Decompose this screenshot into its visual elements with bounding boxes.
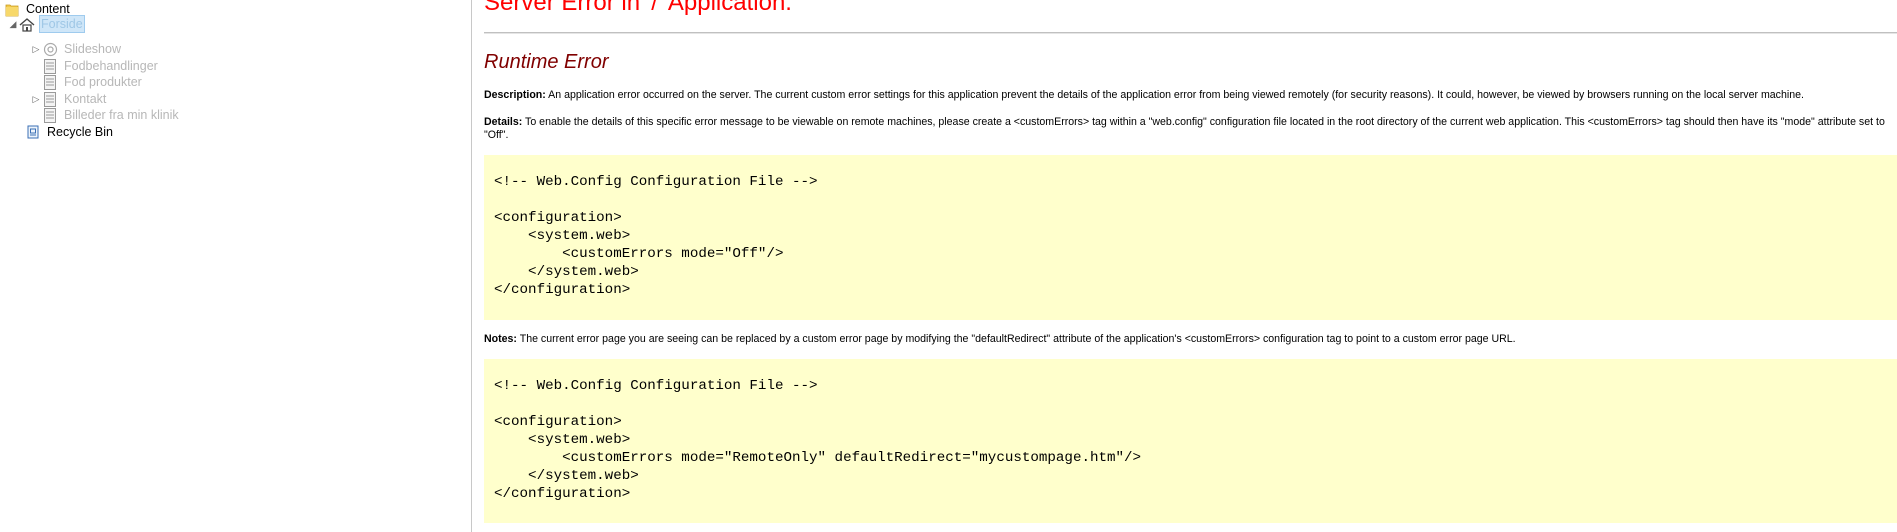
tree-node-label: Forside	[39, 15, 85, 33]
description-label: Description:	[484, 89, 546, 101]
recycle-bin-icon	[25, 124, 41, 140]
details-text: To enable the details of this specific e…	[484, 116, 1885, 141]
expand-arrow-icon[interactable]: ▷	[30, 94, 42, 105]
tree-node-billeder[interactable]: Billeder fra min klinik	[42, 106, 181, 124]
tree-node-label: Fod produkter	[64, 75, 142, 89]
tree-node-fod-produkter[interactable]: Fod produkter	[42, 73, 144, 91]
tree-node-label: Slideshow	[64, 42, 121, 56]
notes-text: The current error page you are seeing ca…	[519, 333, 1516, 345]
expand-arrow-icon[interactable]: ▷	[30, 44, 42, 55]
notes-label: Notes:	[484, 333, 517, 345]
tree-node-label: Fodbehandlinger	[64, 59, 158, 73]
document-icon	[42, 91, 58, 107]
details-label: Details:	[484, 116, 523, 128]
tree-node-forside[interactable]: ◢ Forside	[7, 15, 85, 33]
document-icon	[42, 107, 58, 123]
details-paragraph: Details: To enable the details of this s…	[484, 116, 1895, 142]
title-divider	[484, 32, 1897, 34]
tree-node-recycle-bin[interactable]: Recycle Bin	[25, 123, 115, 141]
document-icon	[42, 58, 58, 74]
error-subtitle: Runtime Error	[484, 51, 609, 73]
error-title: Server Error in '/' Application.	[484, 0, 792, 16]
collapse-arrow-icon[interactable]: ◢	[7, 19, 19, 30]
code-block-off: <!-- Web.Config Configuration File --> <…	[484, 155, 1897, 320]
home-icon	[19, 16, 35, 32]
tree-node-label: Billeder fra min klinik	[64, 108, 179, 122]
error-page: Server Error in '/' Application. Runtime…	[484, 0, 1897, 532]
description-paragraph: Description: An application error occurr…	[484, 89, 1895, 102]
tree-node-label: Kontakt	[64, 92, 107, 106]
notes-paragraph: Notes: The current error page you are se…	[484, 333, 1895, 346]
tree-node-slideshow[interactable]: ▷ Slideshow	[30, 40, 123, 58]
slideshow-icon	[42, 41, 58, 57]
document-icon	[42, 74, 58, 90]
description-text: An application error occurred on the ser…	[548, 89, 1804, 101]
content-tree-panel: Content ◢ Forside ▷ Slideshow Fodbehandl…	[0, 0, 472, 532]
code-block-remoteonly: <!-- Web.Config Configuration File --> <…	[484, 359, 1897, 523]
tree-node-label: Recycle Bin	[47, 125, 113, 139]
